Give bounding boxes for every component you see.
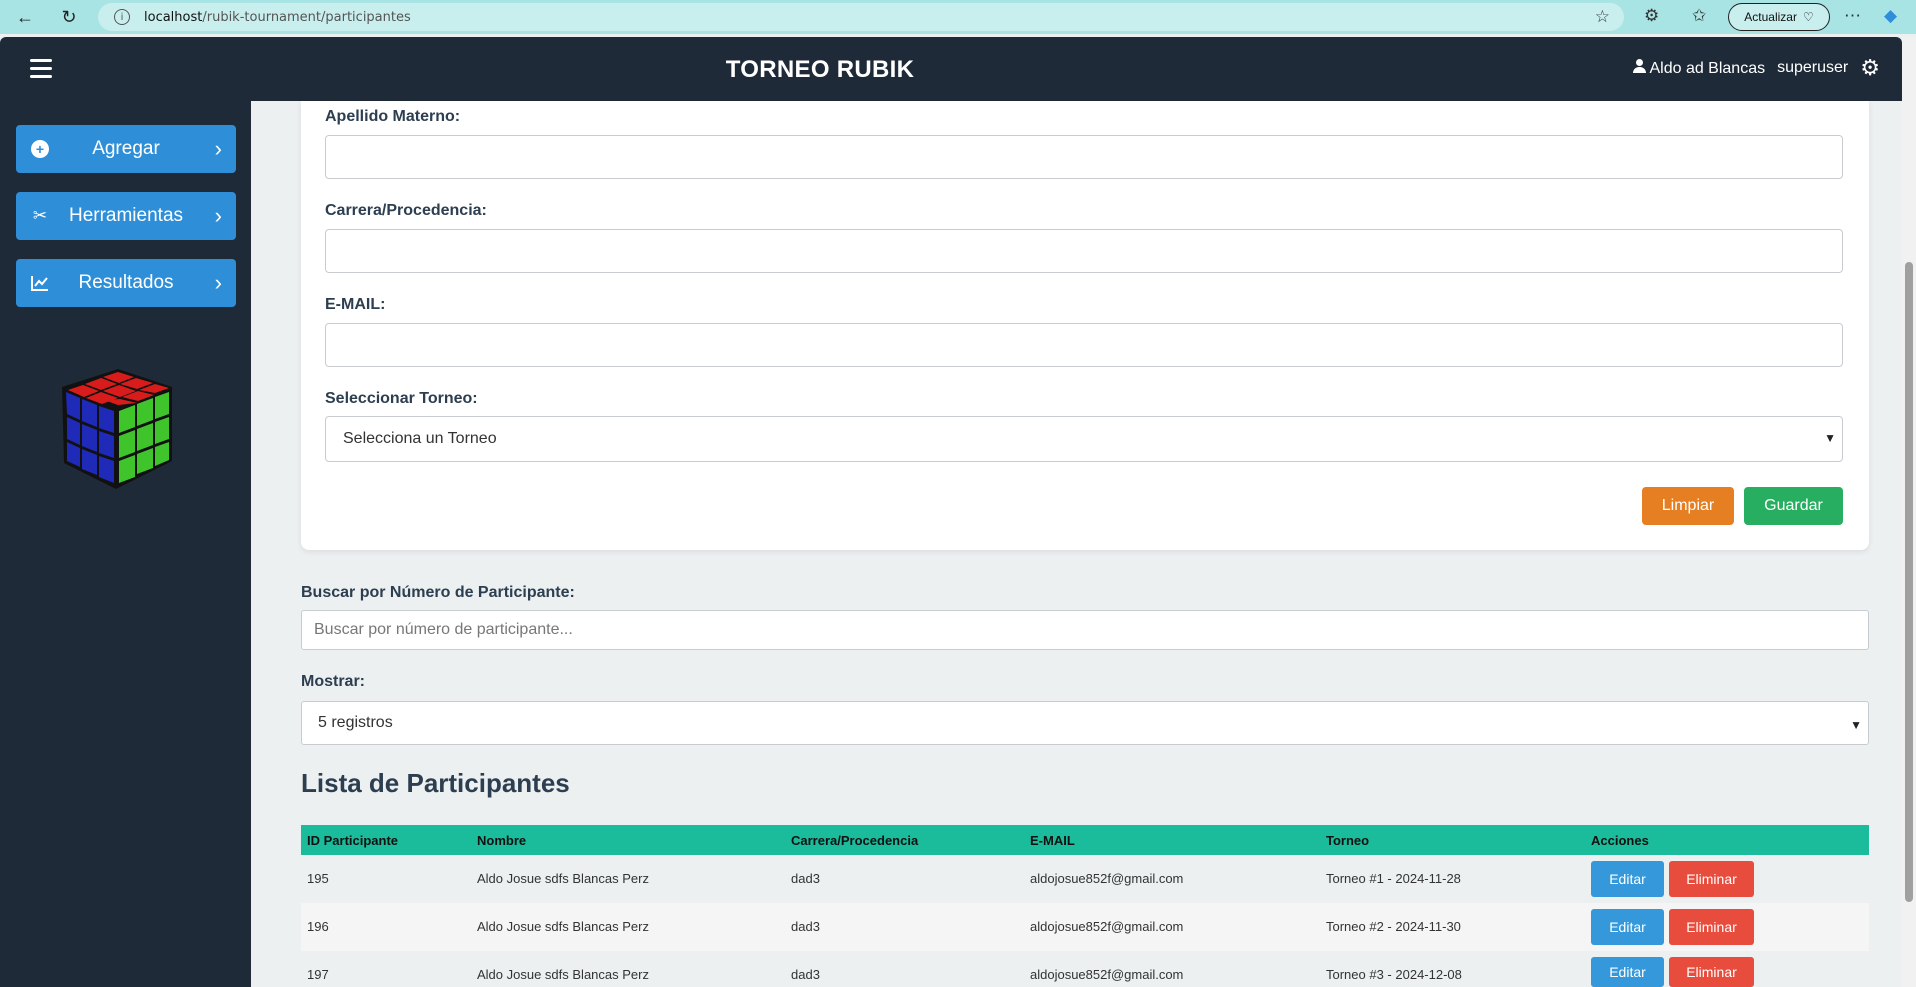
column-header: ID Participante — [307, 833, 399, 848]
cell-nombre: Aldo Josue sdfs Blancas Perz — [477, 871, 649, 886]
cell-carrera: dad3 — [791, 871, 820, 886]
cell-nombre: Aldo Josue sdfs Blancas Perz — [477, 967, 649, 982]
cell-torneo: Torneo #1 - 2024-11-28 — [1326, 871, 1461, 886]
cell-nombre: Aldo Josue sdfs Blancas Perz — [477, 919, 649, 934]
url-host: localhost — [144, 9, 203, 25]
search-input[interactable]: Buscar por número de participante... — [301, 610, 1869, 650]
more-options-icon[interactable]: ⋯ — [1844, 6, 1861, 26]
rubik-cube-logo — [62, 369, 172, 489]
sidebar: + Agregar › ✂ Herramientas › Resultados … — [0, 101, 251, 987]
user-role: superuser — [1777, 59, 1849, 76]
participants-list-title: Lista de Participantes — [301, 768, 570, 798]
search-label: Buscar por Número de Participante: — [301, 584, 575, 601]
cell-torneo: Torneo #3 - 2024-12-08 — [1326, 967, 1462, 982]
cell-email: aldojosue852f@gmail.com — [1030, 871, 1184, 886]
update-label: Actualizar — [1744, 10, 1797, 24]
update-button[interactable]: Actualizar ♡ — [1728, 3, 1830, 31]
records-selected-value: 5 registros — [318, 714, 393, 731]
update-icon: ♡ — [1802, 10, 1814, 24]
table-row: 196 Aldo Josue sdfs Blancas Perz dad3 al… — [301, 903, 1869, 951]
favorites-icon[interactable]: ✩ — [1692, 6, 1706, 26]
user-name: Aldo ad Blancas — [1649, 59, 1766, 77]
column-header: E-MAIL — [1030, 833, 1075, 848]
copilot-icon[interactable]: ◆ — [1884, 6, 1897, 26]
table-row: 195 Aldo Josue sdfs Blancas Perz dad3 al… — [301, 855, 1869, 903]
plus-circle-icon: + — [30, 139, 50, 159]
show-label: Mostrar: — [301, 673, 366, 690]
torneo-label: Seleccionar Torneo: — [325, 390, 478, 407]
chevron-right-icon: › — [214, 270, 222, 295]
apellido-materno-label: Apellido Materno: — [325, 108, 461, 125]
email-input[interactable] — [325, 323, 1843, 367]
table-row: 197 Aldo Josue sdfs Blancas Perz dad3 al… — [301, 951, 1869, 987]
torneo-select[interactable]: Selecciona un Torneo ▼ — [325, 416, 1843, 462]
delete-button[interactable]: Eliminar — [1669, 861, 1754, 897]
edit-button[interactable]: Editar — [1591, 861, 1664, 897]
chevron-down-icon: ▼ — [1824, 431, 1836, 445]
app-title: TORNEO RUBIK — [725, 56, 915, 83]
app-header: TORNEO RUBIK Aldo ad Blancas superuser ⚙ — [0, 37, 1902, 101]
cell-id: 197 — [307, 967, 329, 982]
favorite-star-icon[interactable]: ☆ — [1595, 7, 1610, 27]
chart-line-icon — [30, 273, 50, 293]
email-label: E-MAIL: — [325, 296, 386, 313]
column-header: Carrera/Procedencia — [791, 833, 919, 848]
back-icon[interactable]: ← — [12, 4, 38, 30]
cell-email: aldojosue852f@gmail.com — [1030, 919, 1184, 934]
user-area: Aldo ad Blancas superuser ⚙ — [1633, 57, 1880, 79]
chevron-right-icon: › — [214, 203, 222, 228]
url-path: /rubik-tournament/participantes — [202, 9, 411, 25]
sidebar-item-herramientas[interactable]: ✂ Herramientas › — [16, 192, 236, 240]
sidebar-item-resultados[interactable]: Resultados › — [16, 259, 236, 307]
sidebar-item-agregar[interactable]: + Agregar › — [16, 125, 236, 173]
save-button[interactable]: Guardar — [1744, 487, 1843, 525]
apellido-materno-input[interactable] — [325, 135, 1843, 179]
column-header: Torneo — [1326, 833, 1370, 848]
extensions-icon[interactable]: ⚙ — [1644, 6, 1659, 26]
scrollbar-thumb[interactable] — [1905, 262, 1913, 902]
cell-carrera: dad3 — [791, 919, 820, 934]
tools-icon: ✂ — [32, 206, 48, 225]
search-placeholder: Buscar por número de participante... — [314, 621, 573, 638]
chevron-down-icon: ▼ — [1850, 718, 1862, 732]
table-header: ID Participante Nombre Carrera/Procedenc… — [301, 825, 1869, 855]
column-header: Acciones — [1591, 833, 1649, 848]
address-bar[interactable]: i localhost/rubik-tournament/participant… — [98, 3, 1624, 31]
delete-button[interactable]: Eliminar — [1669, 957, 1754, 987]
cell-carrera: dad3 — [791, 967, 820, 982]
browser-toolbar: ← ↻ i localhost/rubik-tournament/partici… — [0, 0, 1916, 34]
page-scrollbar[interactable] — [1902, 37, 1916, 987]
clear-button[interactable]: Limpiar — [1642, 487, 1734, 525]
edit-button[interactable]: Editar — [1591, 957, 1664, 987]
cell-id: 196 — [307, 919, 329, 934]
carrera-input[interactable] — [325, 229, 1843, 273]
edit-button[interactable]: Editar — [1591, 909, 1664, 945]
cell-email: aldojosue852f@gmail.com — [1030, 967, 1184, 982]
site-info-icon[interactable]: i — [114, 9, 130, 25]
cell-torneo: Torneo #2 - 2024-11-30 — [1326, 919, 1461, 934]
user-icon — [1633, 58, 1647, 73]
user-menu[interactable]: Aldo ad Blancas — [1633, 58, 1766, 78]
reload-icon[interactable]: ↻ — [56, 4, 82, 30]
cell-id: 195 — [307, 871, 329, 886]
chevron-right-icon: › — [214, 136, 222, 161]
records-per-page-select[interactable]: 5 registros ▼ — [301, 701, 1869, 745]
column-header: Nombre — [477, 833, 527, 848]
carrera-label: Carrera/Procedencia: — [325, 202, 487, 219]
settings-gear-icon[interactable]: ⚙ — [1860, 57, 1880, 79]
delete-button[interactable]: Eliminar — [1669, 909, 1754, 945]
torneo-selected-value: Selecciona un Torneo — [343, 430, 497, 447]
